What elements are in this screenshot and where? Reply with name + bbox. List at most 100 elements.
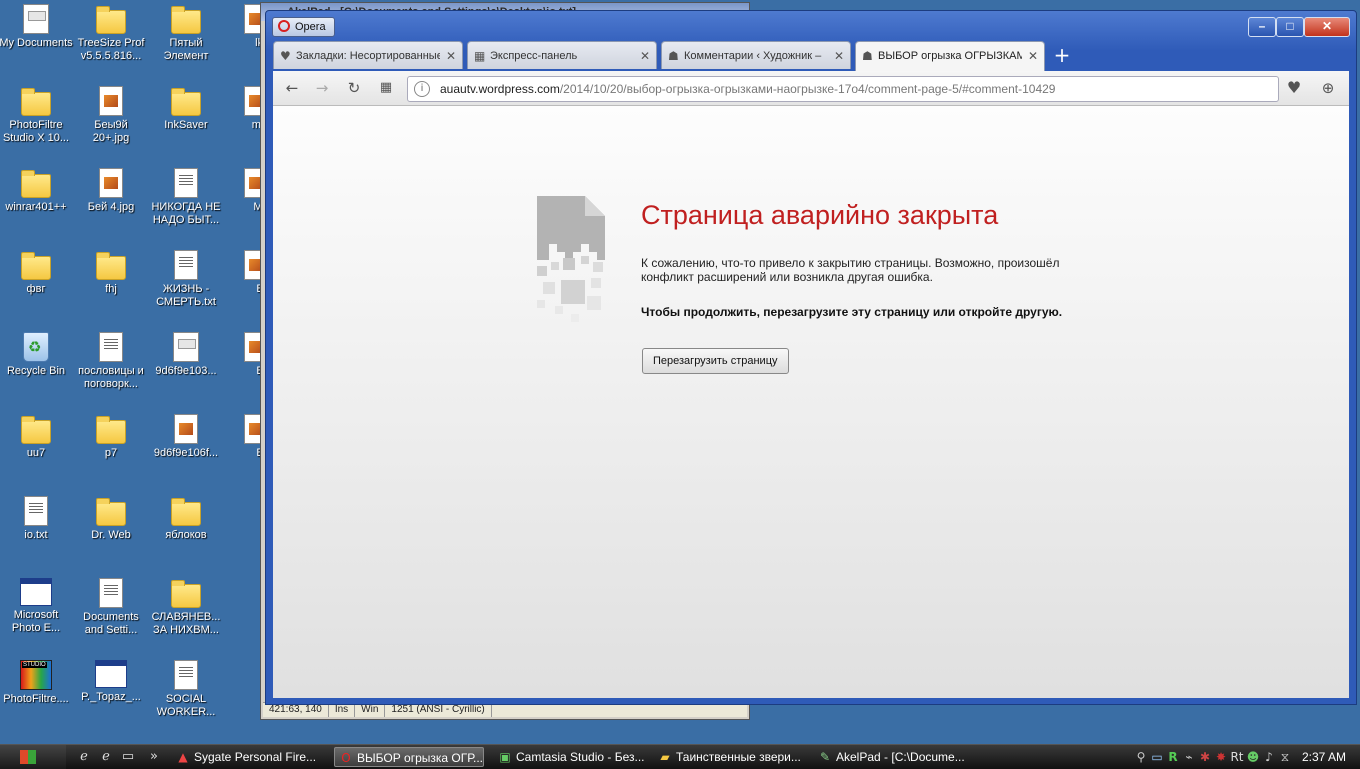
desktop-icon[interactable]: Пятый Элемент [148,4,224,63]
firewall-icon[interactable]: ✸ [1214,749,1228,765]
desktop-icon[interactable]: яблоков [148,496,224,542]
usb-icon[interactable]: ⌁ [1182,749,1196,765]
tab-close-icon[interactable]: ✕ [834,42,844,69]
desktop-icon[interactable]: PhotoFiltre Studio X 10... [0,86,74,145]
tray-extra-icon[interactable]: ⧖ [1278,749,1292,765]
forward-button[interactable]: → [311,78,333,98]
opera-menu-button[interactable]: Opera [272,17,335,37]
start-button[interactable] [0,745,66,769]
desktop-icon-label: Documents and Setti... [83,611,139,636]
opera-menu-label: Opera [295,21,326,33]
desktop-icon[interactable]: fhj [73,250,149,296]
tab-bookmarks[interactable]: ♥ Закладки: Несортированные ✕ [273,41,463,69]
desktop-icon[interactable]: ЖИЗНЬ - СМЕРТЬ.txt [148,250,224,309]
speaker-icon[interactable]: ♪ [1262,749,1276,765]
taskbar-item-label: Sygate Personal Fire... [194,750,317,764]
opera-window[interactable]: Opera – □ ✕ ♥ Закладки: Несортированные … [265,10,1357,705]
desktop-icon[interactable]: InkSaver [148,86,224,132]
network-icon[interactable]: ⚲ [1134,749,1148,765]
tab-label: Комментарии ‹ Художник – [684,50,822,62]
address-bar[interactable]: i auautv.wordpress.com/2014/10/20/выбор-… [407,76,1279,102]
text-file-icon [24,496,48,526]
tab-close-icon[interactable]: ✕ [446,42,456,69]
desktop-icon-label: uu7 [26,447,46,459]
speed-dial-grid-icon[interactable]: ▦ [375,78,397,98]
folder-icon [96,416,126,444]
r-app-icon[interactable]: R [1166,749,1180,765]
desktop-icon[interactable]: TreeSize Prof v5.5.5.816... [73,4,149,63]
desktop-icon[interactable]: СЛАВЯНЕВ... ЗА НИХВМ... [148,578,224,637]
desktop-icon-label: p7 [104,447,118,459]
tab-close-icon[interactable]: ✕ [1028,42,1038,70]
reload-page-button[interactable]: Перезагрузить страницу [642,348,789,374]
tab-comments[interactable]: ☗ Комментарии ‹ Художник – ✕ [661,41,851,69]
taskbar-item-sygate[interactable]: ▲ Sygate Personal Fire... [172,747,330,767]
reload-icon[interactable]: ↻ [343,78,365,98]
windows-logo-icon [20,750,36,764]
maximize-button[interactable]: □ [1276,17,1304,37]
desktop-icon[interactable]: Dr. Web [73,496,149,542]
taskbar: ℯ ℯ ▭ » ▲ Sygate Personal Fire... O ВЫБО… [0,744,1360,769]
desktop-icon-label: пословицы и поговорк... [78,365,144,390]
bookmark-heart-icon[interactable]: ♥ [1283,78,1305,98]
back-button[interactable]: ← [281,78,303,98]
desktop-icon[interactable]: Бей 4.jpg [73,168,149,214]
folder-icon [96,6,126,34]
quick-launch-show-desktop-icon[interactable]: ▭ [120,749,136,765]
desktop-icon[interactable]: io.txt [0,496,74,542]
my-documents-icon [23,4,49,34]
folder-icon [96,252,126,280]
taskbar-item-folder[interactable]: ▰ Таинственные звери... [654,747,804,767]
desktop-icon[interactable]: 9d6f9e103... [148,332,224,378]
address-url[interactable]: auautv.wordpress.com/2014/10/20/выбор-ог… [440,77,1055,101]
taskbar-item-camtasia[interactable]: ▣ Camtasia Studio - Без... [494,747,644,767]
tab-close-icon[interactable]: ✕ [640,42,650,69]
desktop-icon[interactable]: My Documents [0,4,74,50]
taskbar-item-akelpad[interactable]: ✎ AkelPad - [C:\Docume... [814,747,964,767]
desktop-icon[interactable]: PhotoFiltre.... [0,660,74,706]
url-path: /2014/10/20/выбор-огрызка-огрызками-наог… [559,82,1056,96]
taskbar-item-opera[interactable]: O ВЫБОР огрызка ОГР... [334,747,484,767]
desktop-icon-label: InkSaver [164,119,208,131]
desktop-icon[interactable]: Microsoft Photo E... [0,578,74,635]
desktop-icon[interactable]: P._Topaz_... [73,660,149,704]
quick-launch-ie-icon[interactable]: ℯ [76,749,92,765]
folder-icon [21,170,51,198]
quick-launch-more-icon[interactable]: » [146,749,162,765]
desktop-icon[interactable]: 9d6f9e106f... [148,414,224,460]
realtek-icon[interactable]: Rt [1230,749,1244,765]
antivirus-spider-icon[interactable]: ✱ [1198,749,1212,765]
close-button[interactable]: ✕ [1304,17,1350,37]
tab-active-page[interactable]: ☗ ВЫБОР огрызка ОГРЫЗКАМИ ✕ [855,41,1045,71]
camtasia-tray-icon[interactable]: ☻ [1246,749,1260,765]
monitor-icon[interactable]: ▭ [1150,749,1164,765]
heart-icon: ♥ [280,49,291,63]
desktop-icon[interactable]: SOCIAL WORKER... [148,660,224,719]
system-tray: ⚲ ▭ R ⌁ ✱ ✸ Rt ☻ ♪ ⧖ 2:37 AM [1130,745,1360,769]
desktop-icon[interactable]: p7 [73,414,149,460]
desktop-icon[interactable]: НИКОГДА НЕ НАДО БЫТ... [148,168,224,227]
desktop-icon[interactable]: Беы9й 20+.jpg [73,86,149,145]
site-info-icon[interactable]: i [414,81,430,97]
quick-launch-ie-icon[interactable]: ℯ [98,749,114,765]
taskbar-item-label: AkelPad - [C:\Docume... [836,750,964,764]
tab-speed-dial[interactable]: ▦ Экспресс-панель ✕ [467,41,657,69]
tab-label: Закладки: Несортированные [296,50,440,62]
desktop-icon[interactable]: Documents and Setti... [73,578,149,637]
page-content: Страница аварийно закрыта К сожалению, ч… [273,106,1349,698]
desktop-icon[interactable]: фвг [0,250,74,296]
new-tab-button[interactable]: + [1049,43,1075,67]
window-app-icon [95,660,127,688]
desktop-icon[interactable]: uu7 [0,414,74,460]
url-domain: auautv.wordpress.com [440,82,560,96]
desktop-icon[interactable]: Recycle Bin [0,332,74,378]
minimize-button[interactable]: – [1248,17,1276,37]
clock[interactable]: 2:37 AM [1302,745,1346,769]
akelpad-icon: ✎ [819,750,831,764]
site-favicon: ☗ [668,49,679,63]
crashed-page-icon [537,196,605,322]
desktop-icon[interactable]: winrar401++ [0,168,74,214]
folder-icon [171,88,201,116]
downloads-icon[interactable]: ⊕ [1317,78,1339,98]
desktop-icon[interactable]: пословицы и поговорк... [73,332,149,391]
